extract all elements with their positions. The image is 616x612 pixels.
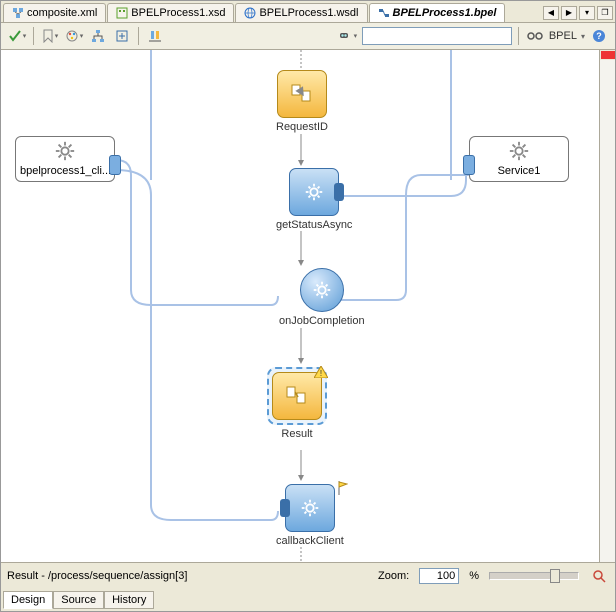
node-label: Result — [267, 428, 327, 440]
node-label: getStatusAsync — [276, 219, 352, 231]
tab-design[interactable]: Design — [3, 591, 53, 609]
tab-label: BPELProcess1.wsdl — [259, 7, 358, 19]
xsd-icon — [116, 7, 128, 19]
error-marker[interactable] — [601, 51, 615, 59]
partner-port[interactable] — [463, 155, 475, 175]
editor-mode-tabs: Design Source History — [1, 589, 615, 611]
partner-link-service[interactable]: Service1 — [469, 136, 569, 182]
wsdl-icon — [244, 7, 256, 19]
warning-icon: ! — [314, 366, 328, 378]
zoom-input[interactable] — [419, 568, 459, 584]
tab-nav: ◀ ▶ ▾ ❐ — [543, 6, 613, 20]
node-label: callbackClient — [276, 535, 344, 547]
bookmark-button[interactable] — [40, 26, 60, 46]
partner-label: bpelprocess1_cli... — [20, 165, 110, 177]
layout-button[interactable] — [88, 26, 108, 46]
assign-icon — [285, 384, 309, 408]
tab-bpel[interactable]: BPELProcess1.bpel — [369, 3, 506, 22]
tab-label: BPELProcess1.xsd — [131, 7, 225, 19]
mode-dropdown-icon[interactable]: ▾ — [581, 32, 585, 41]
editor-toolbar: BPEL ▾ ? — [1, 23, 615, 50]
tab-xsd[interactable]: BPELProcess1.xsd — [107, 3, 234, 22]
tab-composite[interactable]: composite.xml — [3, 3, 106, 22]
validate-button[interactable] — [7, 26, 27, 46]
expand-button[interactable] — [112, 26, 132, 46]
gear-icon — [508, 140, 530, 162]
node-label: RequestID — [276, 121, 328, 133]
tab-nav-max[interactable]: ❐ — [597, 6, 613, 20]
bpel-icon — [378, 7, 390, 19]
gear-icon — [303, 181, 325, 203]
tab-wsdl[interactable]: BPELProcess1.wsdl — [235, 3, 367, 22]
node-callback[interactable]: callbackClient — [276, 484, 344, 547]
tab-source[interactable]: Source — [53, 591, 104, 609]
tab-nav-right[interactable]: ▶ — [561, 6, 577, 20]
mode-label: BPEL — [549, 30, 577, 42]
invoke-port — [280, 499, 290, 517]
zoom-slider[interactable] — [489, 572, 579, 580]
invoke-port — [334, 183, 344, 201]
help-button[interactable]: ? — [589, 26, 609, 46]
partner-link-client[interactable]: bpelprocess1_cli... — [15, 136, 115, 182]
node-label: onJobCompletion — [279, 315, 365, 327]
zoom-unit: % — [469, 570, 479, 582]
zoom-fit-button[interactable] — [589, 566, 609, 586]
svg-text:?: ? — [596, 31, 602, 41]
node-request-id[interactable]: RequestID — [276, 70, 328, 133]
partner-port[interactable] — [109, 155, 121, 175]
composite-icon — [12, 7, 24, 19]
gear-icon — [54, 140, 76, 162]
tab-nav-left[interactable]: ◀ — [543, 6, 559, 20]
find-button[interactable] — [338, 26, 358, 46]
status-bar: Result - /process/sequence/assign[3] Zoo… — [1, 562, 615, 589]
node-get-status[interactable]: getStatusAsync — [276, 168, 352, 231]
editor-tabs: composite.xml BPELProcess1.xsd BPELProce… — [1, 1, 615, 23]
assign-icon — [290, 82, 314, 106]
node-on-job[interactable]: onJobCompletion — [279, 268, 365, 327]
highlight-button[interactable] — [145, 26, 165, 46]
zoom-label: Zoom: — [378, 570, 409, 582]
gear-icon — [299, 497, 321, 519]
partner-label: Service1 — [474, 165, 564, 177]
palette-button[interactable] — [64, 26, 84, 46]
status-path: Result - /process/sequence/assign[3] — [7, 570, 187, 582]
flag-icon — [338, 481, 348, 495]
tab-label: composite.xml — [27, 7, 97, 19]
slider-thumb[interactable] — [550, 569, 560, 583]
link-button[interactable] — [525, 26, 545, 46]
tab-label: BPELProcess1.bpel — [393, 7, 497, 19]
overview-ruler[interactable] — [599, 50, 615, 562]
bpel-canvas[interactable]: bpelprocess1_cli... Service1 RequestID — [1, 50, 599, 562]
search-input[interactable] — [362, 27, 512, 45]
svg-text:!: ! — [320, 369, 322, 378]
gear-icon — [311, 279, 333, 301]
node-result[interactable]: ! Result — [267, 367, 327, 440]
tab-history[interactable]: History — [104, 591, 154, 609]
tab-nav-list[interactable]: ▾ — [579, 6, 595, 20]
